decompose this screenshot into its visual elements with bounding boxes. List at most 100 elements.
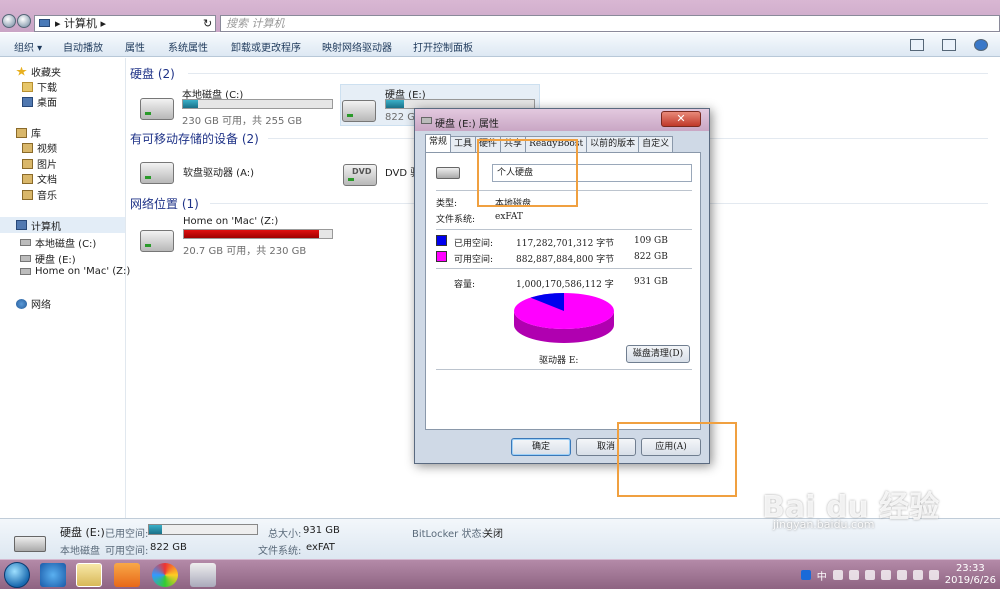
system-properties-button[interactable]: 系统属性 — [168, 39, 208, 54]
status-total-value: 931 GB — [303, 525, 340, 536]
divider — [436, 268, 692, 269]
network-drive-icon — [20, 268, 31, 275]
sidebar-item-downloads[interactable]: 下载 — [22, 79, 57, 94]
drive-icon[interactable] — [342, 100, 376, 122]
network-icon[interactable] — [912, 570, 923, 580]
status-fs-label: 文件系统: — [258, 546, 302, 557]
used-space-label: 已用空间: — [454, 239, 494, 249]
sidebar-item-local-c[interactable]: 本地磁盘 (C:) — [20, 235, 96, 250]
taskbar: 中 23:33 2019/6/26 — [0, 559, 1000, 589]
volume-icon[interactable] — [928, 570, 939, 580]
help-icon[interactable] — [848, 570, 859, 580]
autoplay-button[interactable]: 自动播放 — [63, 39, 103, 54]
organize-button[interactable]: 组织 ▾ — [14, 39, 42, 54]
status-usage-bar — [148, 524, 258, 535]
sidebar-item-favorites[interactable]: 收藏夹 — [16, 64, 61, 79]
status-bitlocker-value: 关闭 — [483, 529, 503, 540]
disk-usage-pie — [514, 293, 614, 343]
group-header-removable: 有可移动存储的设备 (2) — [130, 132, 259, 146]
picture-icon — [22, 158, 33, 169]
browser-icon[interactable] — [152, 563, 178, 587]
control-panel-button[interactable]: 打开控制面板 — [413, 39, 473, 54]
computer-icon — [39, 19, 50, 27]
drive-icon[interactable] — [140, 98, 174, 120]
sidebar-item-mac-z[interactable]: Home on 'Mac' (Z:) — [20, 266, 130, 277]
tab-general[interactable]: 常规 — [425, 134, 452, 152]
tray-icon[interactable] — [832, 570, 843, 580]
desktop-icon — [22, 96, 33, 107]
navigation-pane: 收藏夹 下载 桌面 库 视频 图片 文档 音乐 计算机 本地磁盘 (C:) 硬盘… — [0, 58, 130, 518]
drive-name-a[interactable]: 软盘驱动器 (A:) — [183, 164, 254, 179]
battery-icon[interactable] — [896, 570, 907, 580]
tab-previous-versions[interactable]: 以前的版本 — [586, 136, 640, 152]
flag-icon[interactable] — [880, 570, 891, 580]
search-input[interactable]: 搜索 计算机 — [220, 15, 1000, 32]
group-divider — [188, 73, 988, 74]
star-icon — [16, 66, 27, 76]
free-space-swatch — [436, 251, 447, 262]
start-button[interactable] — [4, 562, 30, 588]
view-options-icon[interactable] — [910, 39, 924, 51]
settings-icon[interactable] — [864, 570, 875, 580]
clock[interactable]: 23:33 2019/6/26 — [945, 563, 996, 587]
sidebar-item-network[interactable]: 网络 — [16, 296, 51, 311]
sidebar-item-computer[interactable]: 计算机 — [0, 217, 125, 233]
preview-pane-icon[interactable] — [942, 39, 956, 51]
network-icon — [16, 298, 27, 309]
uninstall-button[interactable]: 卸载或更改程序 — [231, 39, 301, 54]
tab-tools[interactable]: 工具 — [450, 136, 477, 152]
disk-cleanup-button[interactable]: 磁盘清理(D) — [626, 345, 690, 363]
properties-button[interactable]: 属性 — [125, 39, 145, 54]
sidebar-item-desktop[interactable]: 桌面 — [22, 94, 57, 109]
status-bitlocker-label: BitLocker 状态: — [412, 529, 485, 540]
ie-icon[interactable] — [40, 563, 66, 587]
floppy-icon[interactable] — [140, 162, 174, 184]
capacity-bytes: 1,000,170,586,112 字 — [516, 280, 614, 290]
map-drive-button[interactable]: 映射网络驱动器 — [322, 39, 392, 54]
explorer-icon[interactable] — [76, 563, 102, 587]
dvd-icon[interactable]: DVD — [343, 164, 377, 186]
drive-name-z[interactable]: Home on 'Mac' (Z:) — [183, 216, 278, 227]
used-space-gb: 109 GB — [634, 236, 668, 246]
drive-free-c: 230 GB 可用，共 255 GB — [182, 116, 303, 127]
status-total-label: 总大小: — [268, 529, 302, 540]
app-icon[interactable] — [190, 563, 216, 587]
filesystem-label: 文件系统: — [436, 215, 476, 225]
ok-button[interactable]: 确定 — [511, 438, 571, 456]
drive-icon — [14, 536, 46, 552]
drive-letter-label: 驱动器 E: — [539, 356, 579, 366]
status-drive-name: 硬盘 (E:) — [60, 526, 105, 539]
sidebar-item-documents[interactable]: 文档 — [22, 171, 57, 186]
group-header-hdd: 硬盘 (2) — [130, 67, 175, 81]
network-drive-icon[interactable] — [140, 230, 174, 252]
address-field[interactable]: ▸ 计算机 ▸ — [34, 15, 216, 32]
tab-customize[interactable]: 自定义 — [638, 136, 674, 152]
forward-button[interactable] — [17, 14, 31, 28]
sidebar-item-music[interactable]: 音乐 — [22, 187, 57, 202]
ime-indicator[interactable]: 中 — [817, 568, 827, 583]
help-icon[interactable] — [974, 39, 988, 51]
qq-icon[interactable] — [800, 570, 811, 580]
annotation-box — [617, 422, 737, 497]
dialog-titlebar[interactable]: 硬盘 (E:) 属性 ✕ — [415, 109, 709, 131]
capacity-gb: 931 GB — [634, 277, 668, 287]
sidebar-item-videos[interactable]: 视频 — [22, 140, 57, 155]
status-free-value: 822 GB — [150, 542, 187, 553]
drive-icon — [20, 255, 31, 262]
command-bar: 组织 ▾ 自动播放 属性 系统属性 卸载或更改程序 映射网络驱动器 打开控制面板 — [0, 33, 1000, 57]
status-used-label: 已用空间: — [105, 529, 149, 540]
folder-icon — [22, 81, 33, 92]
refresh-icon[interactable]: ↻ — [203, 17, 212, 30]
close-button[interactable]: ✕ — [661, 111, 701, 127]
video-icon — [22, 142, 33, 153]
drive-icon — [436, 167, 460, 179]
back-button[interactable] — [2, 14, 16, 28]
sidebar-item-disk-e[interactable]: 硬盘 (E:) — [20, 251, 76, 266]
drive-icon — [421, 117, 432, 124]
sidebar-item-pictures[interactable]: 图片 — [22, 156, 57, 171]
media-player-icon[interactable] — [114, 563, 140, 587]
free-space-gb: 822 GB — [634, 252, 668, 262]
sidebar-item-library[interactable]: 库 — [16, 125, 41, 140]
divider — [436, 229, 692, 230]
address-path: 计算机 — [64, 17, 98, 30]
